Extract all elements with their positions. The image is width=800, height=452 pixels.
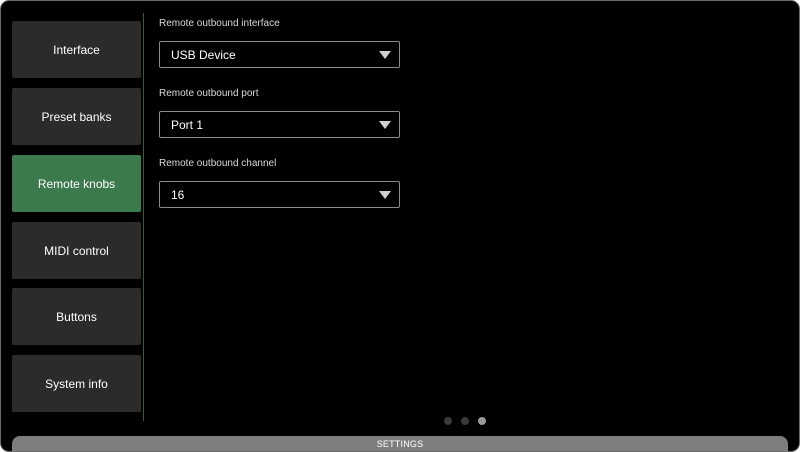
sidebar-item-interface[interactable]: Interface bbox=[12, 21, 141, 78]
sidebar-item-label: Remote knobs bbox=[37, 176, 116, 191]
sidebar-item-system-info[interactable]: System info bbox=[12, 355, 141, 412]
bottom-title-bar: SETTINGS bbox=[12, 436, 788, 451]
sidebar-item-label: Interface bbox=[53, 42, 100, 57]
sidebar-item-remote-knobs[interactable]: Remote knobs bbox=[12, 155, 141, 212]
outbound-channel-select[interactable]: 16 bbox=[159, 181, 400, 208]
outbound-channel-label: Remote outbound channel bbox=[159, 158, 277, 169]
outbound-interface-label: Remote outbound interface bbox=[159, 18, 280, 29]
outbound-channel-value: 16 bbox=[171, 188, 185, 202]
outbound-port-select[interactable]: Port 1 bbox=[159, 111, 400, 138]
sidebar-item-midi-control[interactable]: MIDI control bbox=[12, 222, 141, 279]
outbound-port-label: Remote outbound port bbox=[159, 88, 259, 99]
outbound-interface-select[interactable]: USB Device bbox=[159, 41, 400, 68]
sidebar-item-label: Buttons bbox=[56, 309, 97, 324]
sidebar-item-label: Preset banks bbox=[41, 109, 112, 124]
dropdown-arrow-icon bbox=[379, 121, 391, 129]
dropdown-arrow-icon bbox=[379, 191, 391, 199]
page-dot-3[interactable] bbox=[478, 417, 486, 425]
outbound-port-value: Port 1 bbox=[171, 118, 204, 132]
page-dot-1[interactable] bbox=[444, 417, 452, 425]
settings-sidebar: Interface Preset banks Remote knobs MIDI… bbox=[1, 13, 144, 421]
dropdown-arrow-icon bbox=[379, 51, 391, 59]
sidebar-item-preset-banks[interactable]: Preset banks bbox=[12, 88, 141, 145]
sidebar-item-buttons[interactable]: Buttons bbox=[12, 288, 141, 345]
screen-title: SETTINGS bbox=[376, 439, 424, 449]
device-screen: Interface Preset banks Remote knobs MIDI… bbox=[0, 0, 800, 452]
outbound-interface-value: USB Device bbox=[171, 48, 236, 62]
page-dot-2[interactable] bbox=[461, 417, 469, 425]
sidebar-item-label: System info bbox=[45, 376, 108, 391]
sidebar-item-label: MIDI control bbox=[44, 243, 109, 258]
